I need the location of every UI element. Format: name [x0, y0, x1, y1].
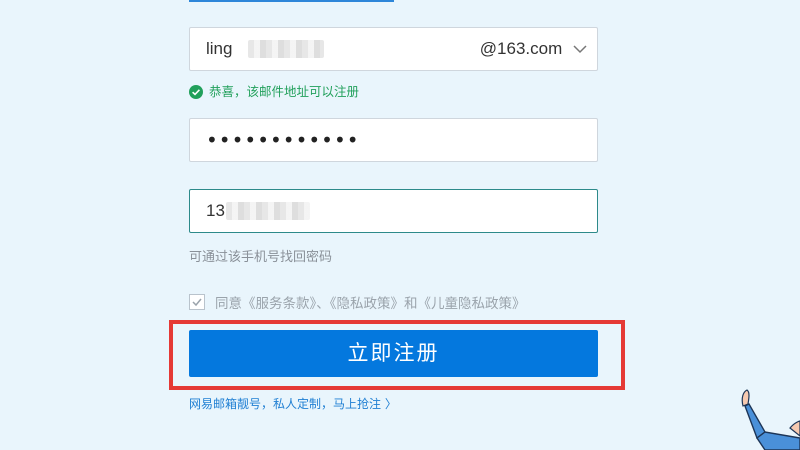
email-field[interactable]: ling @163.com	[189, 27, 598, 71]
password-field[interactable]: ••••••••••••	[189, 118, 598, 162]
chevron-down-icon	[573, 45, 587, 54]
vip-address-link[interactable]: 网易邮箱靓号，私人定制，马上抢注 〉	[189, 395, 397, 412]
agreement-text[interactable]: 同意《服务条款》、《隐私政策》和《儿童隐私政策》	[215, 296, 526, 312]
phone-field[interactable]: 13	[189, 189, 598, 233]
password-input[interactable]: ••••••••••••	[206, 130, 360, 150]
check-circle-icon	[189, 85, 203, 99]
agreement-row[interactable]: 同意《服务条款》、《隐私政策》和《儿童隐私政策》	[189, 292, 526, 312]
mascot-illustration	[741, 389, 800, 450]
tab-underline	[189, 0, 394, 2]
email-status-text: 恭喜，该邮件地址可以注册	[209, 84, 360, 99]
redacted-email	[248, 40, 324, 58]
redacted-phone	[226, 202, 310, 220]
checkbox-checked-icon	[192, 298, 202, 307]
email-domain-label: @163.com	[479, 39, 563, 58]
email-domain-select[interactable]: @163.com	[480, 28, 587, 70]
email-status: 恭喜，该邮件地址可以注册	[189, 83, 359, 101]
register-button[interactable]: 立即注册	[189, 330, 598, 377]
email-input[interactable]: ling	[206, 28, 232, 70]
phone-input[interactable]: 13	[206, 190, 225, 232]
agreement-checkbox[interactable]	[189, 294, 205, 310]
phone-hint: 可通过该手机号找回密码	[189, 250, 333, 265]
